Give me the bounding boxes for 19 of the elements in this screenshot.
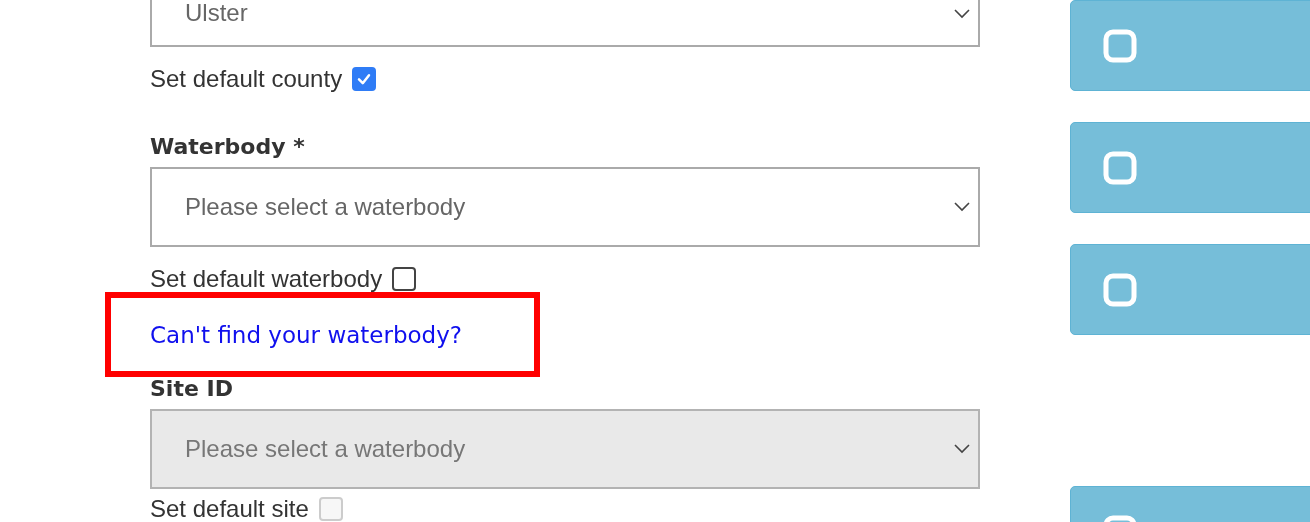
checkbox[interactable]	[352, 67, 377, 91]
checkbox-label: Set default county	[150, 65, 343, 93]
side-button[interactable]	[1070, 122, 1310, 213]
checkbox-label: Set default site	[150, 497, 309, 521]
square-icon	[1103, 150, 1137, 185]
square-icon	[1103, 28, 1137, 63]
dropdown[interactable]: Ulster	[150, 0, 980, 47]
field-label: Waterbody *	[150, 133, 305, 161]
chevron-down-icon	[954, 202, 970, 212]
dropdown[interactable]: Please select a waterbody	[150, 167, 980, 247]
help-link[interactable]: Can't find your waterbody?	[150, 321, 462, 348]
field-label: Site ID	[150, 375, 233, 403]
square-icon	[1103, 272, 1137, 307]
checkbox[interactable]	[392, 267, 417, 291]
checkbox-label: Set default waterbody	[150, 265, 383, 293]
side-button[interactable]	[1070, 244, 1310, 335]
side-button[interactable]	[1070, 0, 1310, 91]
chevron-down-icon	[954, 9, 970, 19]
chevron-down-icon	[954, 444, 970, 454]
